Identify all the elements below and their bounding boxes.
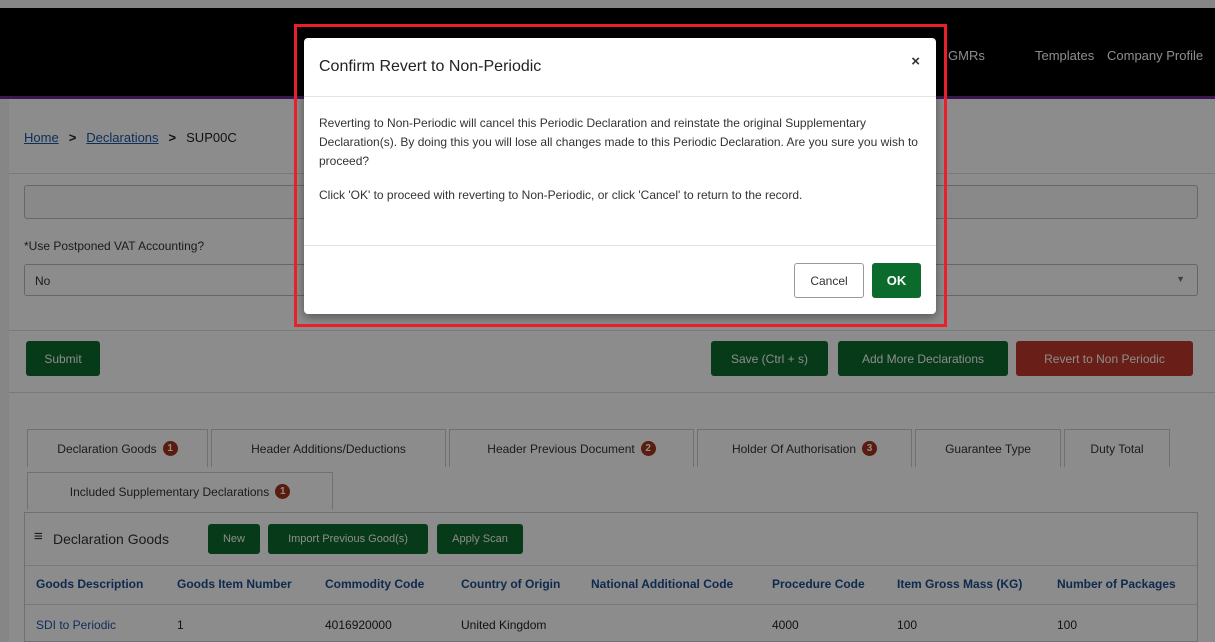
highlight-box: [294, 24, 947, 327]
